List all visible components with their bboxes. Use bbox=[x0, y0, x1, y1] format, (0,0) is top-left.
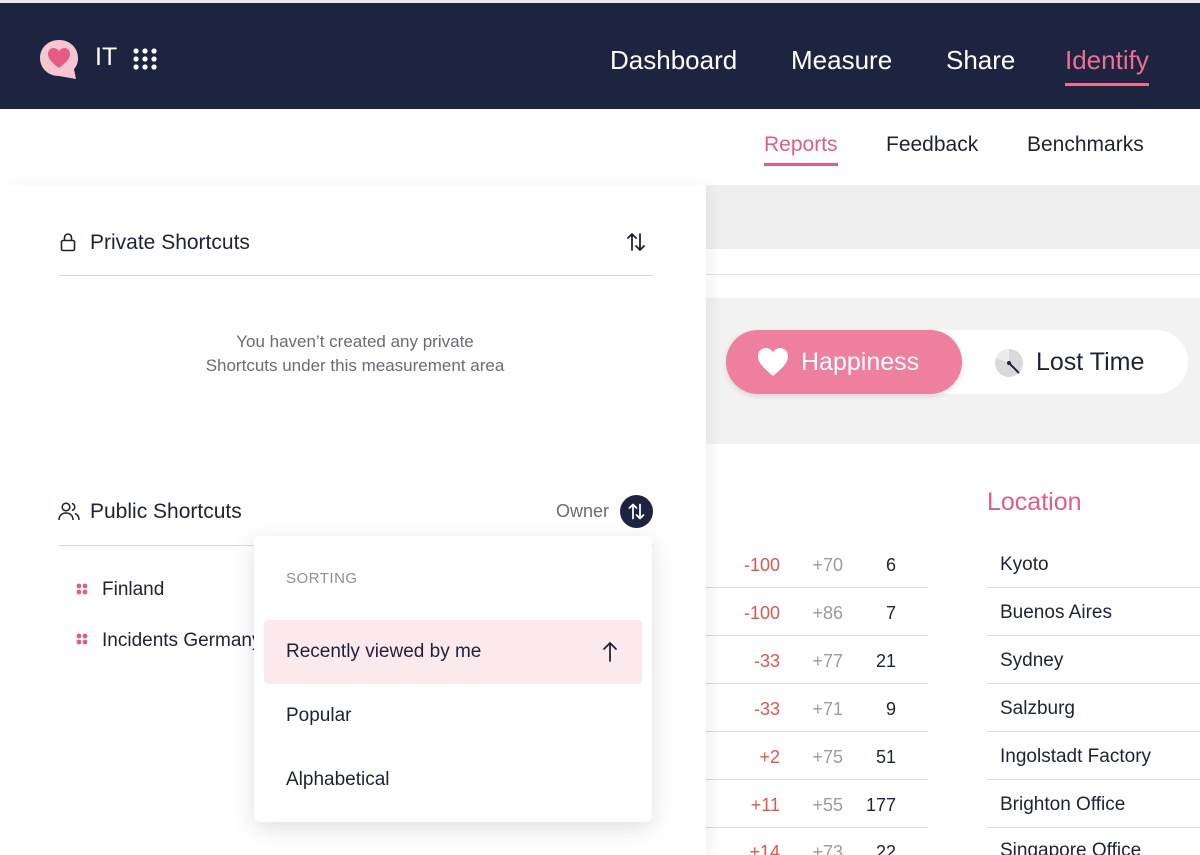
divider bbox=[706, 587, 928, 588]
location-name: Sydney bbox=[1000, 650, 1064, 671]
location-name: Buenos Aires bbox=[1000, 602, 1112, 623]
response-count: 7 bbox=[885, 603, 896, 623]
nav-identify[interactable]: Identify bbox=[1065, 45, 1149, 86]
score-value: +86 bbox=[812, 603, 843, 623]
score-delta: +11 bbox=[750, 795, 780, 815]
nav-dashboard[interactable]: Dashboard bbox=[610, 45, 737, 76]
response-count: 6 bbox=[885, 555, 896, 575]
sort-icon bbox=[628, 503, 645, 520]
divider bbox=[987, 587, 1200, 588]
sorting-dropdown: SORTING Recently viewed by me Popular Al… bbox=[254, 536, 652, 822]
location-name: Singapore Office bbox=[1000, 840, 1142, 855]
divider bbox=[987, 635, 1200, 636]
private-empty-message: You haven’t created any private Shortcut… bbox=[160, 330, 550, 378]
sort-option-recently-viewed[interactable]: Recently viewed by me bbox=[264, 620, 642, 684]
app-grid-icon[interactable] bbox=[133, 48, 157, 70]
divider bbox=[706, 827, 928, 828]
nav-share[interactable]: Share bbox=[946, 45, 1015, 76]
sort-owner-label[interactable]: Owner bbox=[556, 501, 609, 522]
divider bbox=[987, 731, 1200, 732]
arrow-up-icon[interactable] bbox=[602, 641, 618, 663]
sort-option-alphabetical[interactable]: Alphabetical bbox=[264, 748, 642, 812]
divider bbox=[706, 683, 928, 684]
public-shortcuts-title: Public Shortcuts bbox=[90, 500, 242, 523]
heart-icon bbox=[758, 348, 788, 376]
clock-icon bbox=[995, 349, 1023, 377]
sort-icon[interactable] bbox=[624, 230, 648, 254]
divider bbox=[706, 731, 928, 732]
divider bbox=[987, 683, 1200, 684]
shortcut-label: Finland bbox=[102, 579, 165, 600]
score-delta: -33 bbox=[753, 651, 780, 671]
response-count: 9 bbox=[885, 699, 896, 719]
divider bbox=[706, 635, 928, 636]
toggle-lost-time-label[interactable]: Lost Time bbox=[1036, 348, 1144, 377]
score-delta: +2 bbox=[759, 747, 780, 767]
divider bbox=[706, 779, 928, 780]
sort-option-popular[interactable]: Popular bbox=[264, 684, 642, 748]
divider bbox=[987, 827, 1200, 828]
score-value: +77 bbox=[812, 651, 843, 671]
private-shortcuts-title: Private Shortcuts bbox=[90, 231, 250, 254]
score-value: +75 bbox=[812, 747, 843, 767]
lock-icon bbox=[60, 233, 76, 252]
toggle-happiness-label: Happiness bbox=[801, 348, 920, 376]
heart-chat-logo-icon[interactable] bbox=[38, 38, 80, 80]
score-delta: -100 bbox=[743, 603, 780, 623]
location-name: Ingolstadt Factory bbox=[1000, 746, 1152, 767]
location-name: Brighton Office bbox=[1000, 794, 1126, 815]
location-name: Salzburg bbox=[1000, 698, 1075, 719]
dropdown-heading: SORTING bbox=[286, 570, 358, 587]
score-value: +70 bbox=[812, 555, 843, 575]
score-delta: -100 bbox=[743, 555, 780, 575]
filter-band bbox=[706, 185, 1200, 249]
tab-reports[interactable]: Reports bbox=[764, 133, 838, 166]
sort-option-label: Alphabetical bbox=[286, 769, 390, 790]
response-count: 51 bbox=[875, 747, 896, 767]
drag-handle-icon[interactable] bbox=[76, 633, 88, 645]
sort-option-label: Recently viewed by me bbox=[286, 641, 482, 662]
sort-option-label: Popular bbox=[286, 705, 352, 726]
tab-benchmarks[interactable]: Benchmarks bbox=[1027, 133, 1144, 157]
nav-measure[interactable]: Measure bbox=[791, 45, 892, 76]
score-delta: +14 bbox=[749, 842, 780, 855]
subnav-bar bbox=[0, 109, 1200, 185]
score-value: +73 bbox=[812, 842, 843, 855]
score-value: +55 bbox=[812, 795, 843, 815]
divider bbox=[706, 274, 1200, 275]
response-count: 21 bbox=[875, 651, 896, 671]
divider bbox=[987, 779, 1200, 780]
response-count: 177 bbox=[865, 795, 896, 815]
score-value: +71 bbox=[812, 699, 843, 719]
app-name: IT bbox=[95, 43, 118, 71]
location-column-header[interactable]: Location bbox=[987, 488, 1082, 517]
divider bbox=[58, 275, 653, 276]
location-name: Kyoto bbox=[1000, 554, 1049, 575]
users-icon bbox=[58, 502, 80, 521]
drag-handle-icon[interactable] bbox=[76, 583, 88, 595]
empty-message-line: Shortcuts under this measurement area bbox=[205, 356, 505, 375]
shortcut-label: Incidents Germany bbox=[102, 630, 262, 651]
response-count: 22 bbox=[875, 842, 896, 855]
sort-button[interactable] bbox=[620, 495, 653, 528]
empty-message-line: You haven’t created any private bbox=[236, 332, 474, 351]
tab-feedback[interactable]: Feedback bbox=[886, 133, 978, 157]
score-delta: -33 bbox=[753, 699, 780, 719]
top-navigation-bar: IT Dashboard Measure Share Identify bbox=[0, 0, 1200, 109]
